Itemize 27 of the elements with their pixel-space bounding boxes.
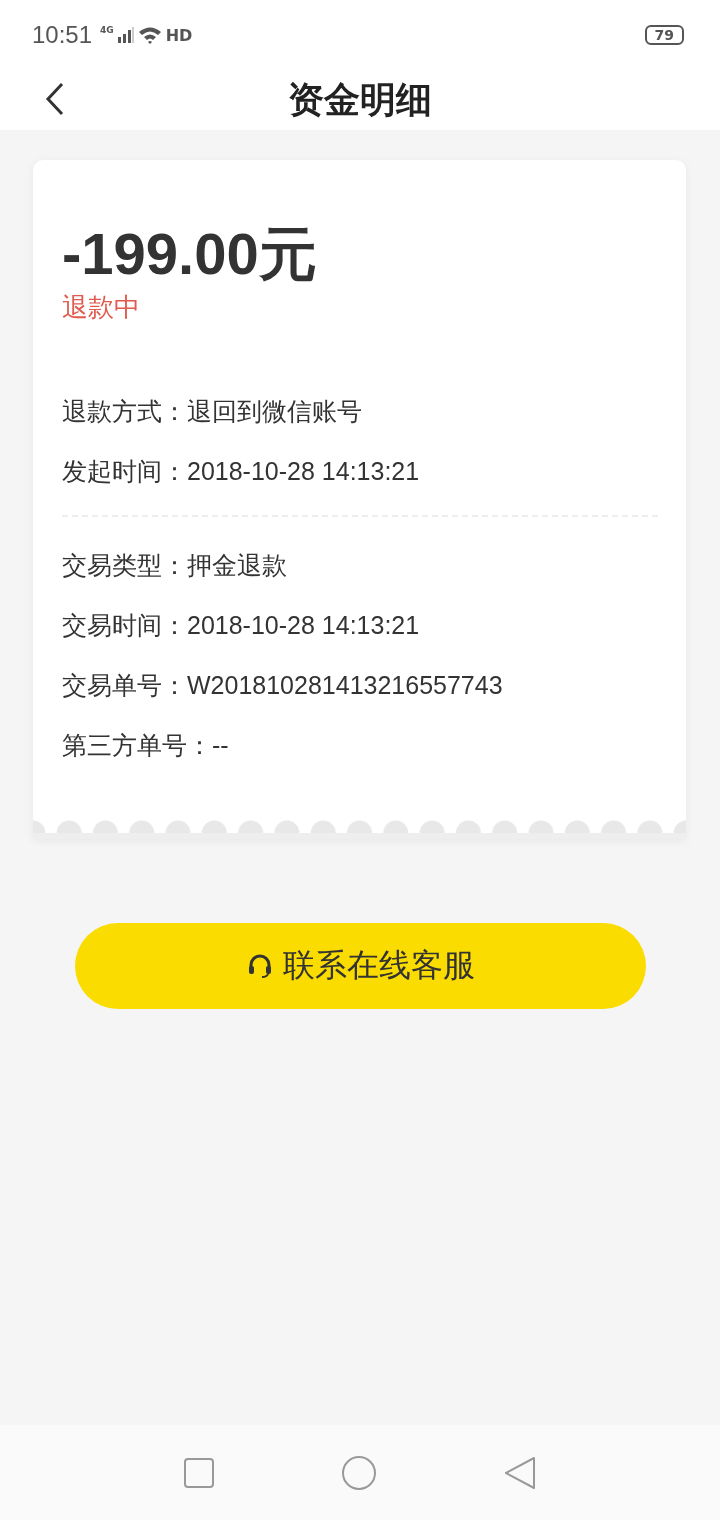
amount: -199.00元 [62,220,318,288]
field-label: 交易时间： [62,611,187,640]
field-label: 发起时间： [62,457,187,486]
wifi-icon [137,26,162,44]
field-label: 第三方单号： [62,731,212,760]
field-value: -- [212,731,229,759]
field-value: 2018-10-28 14:13:21 [187,457,420,485]
headset-icon [246,953,273,979]
field-label: 交易类型： [62,551,187,580]
page-title: 资金明细 [288,77,432,122]
status-time: 10:51 [32,21,93,49]
contact-service-button[interactable]: 联系在线客服 [75,923,646,1009]
refund-status: 退款中 [62,291,141,324]
back-icon[interactable] [45,82,65,116]
hd-label: HD [165,25,193,45]
home-icon[interactable] [341,1454,377,1491]
field-value: 2018-10-28 14:13:21 [187,611,420,639]
network-label: 4G [100,25,114,35]
field-value: 押金退款 [187,551,287,579]
field-label: 交易单号： [62,671,187,700]
signal-icon [117,27,134,43]
battery-icon: 79 [644,25,684,45]
recent-apps-icon[interactable] [183,1457,214,1488]
field-value: W201810281413216557743 [187,671,503,699]
field-value: 退回到微信账号 [187,397,362,425]
back-nav-icon[interactable] [504,1455,537,1490]
field-label: 退款方式： [62,397,187,426]
